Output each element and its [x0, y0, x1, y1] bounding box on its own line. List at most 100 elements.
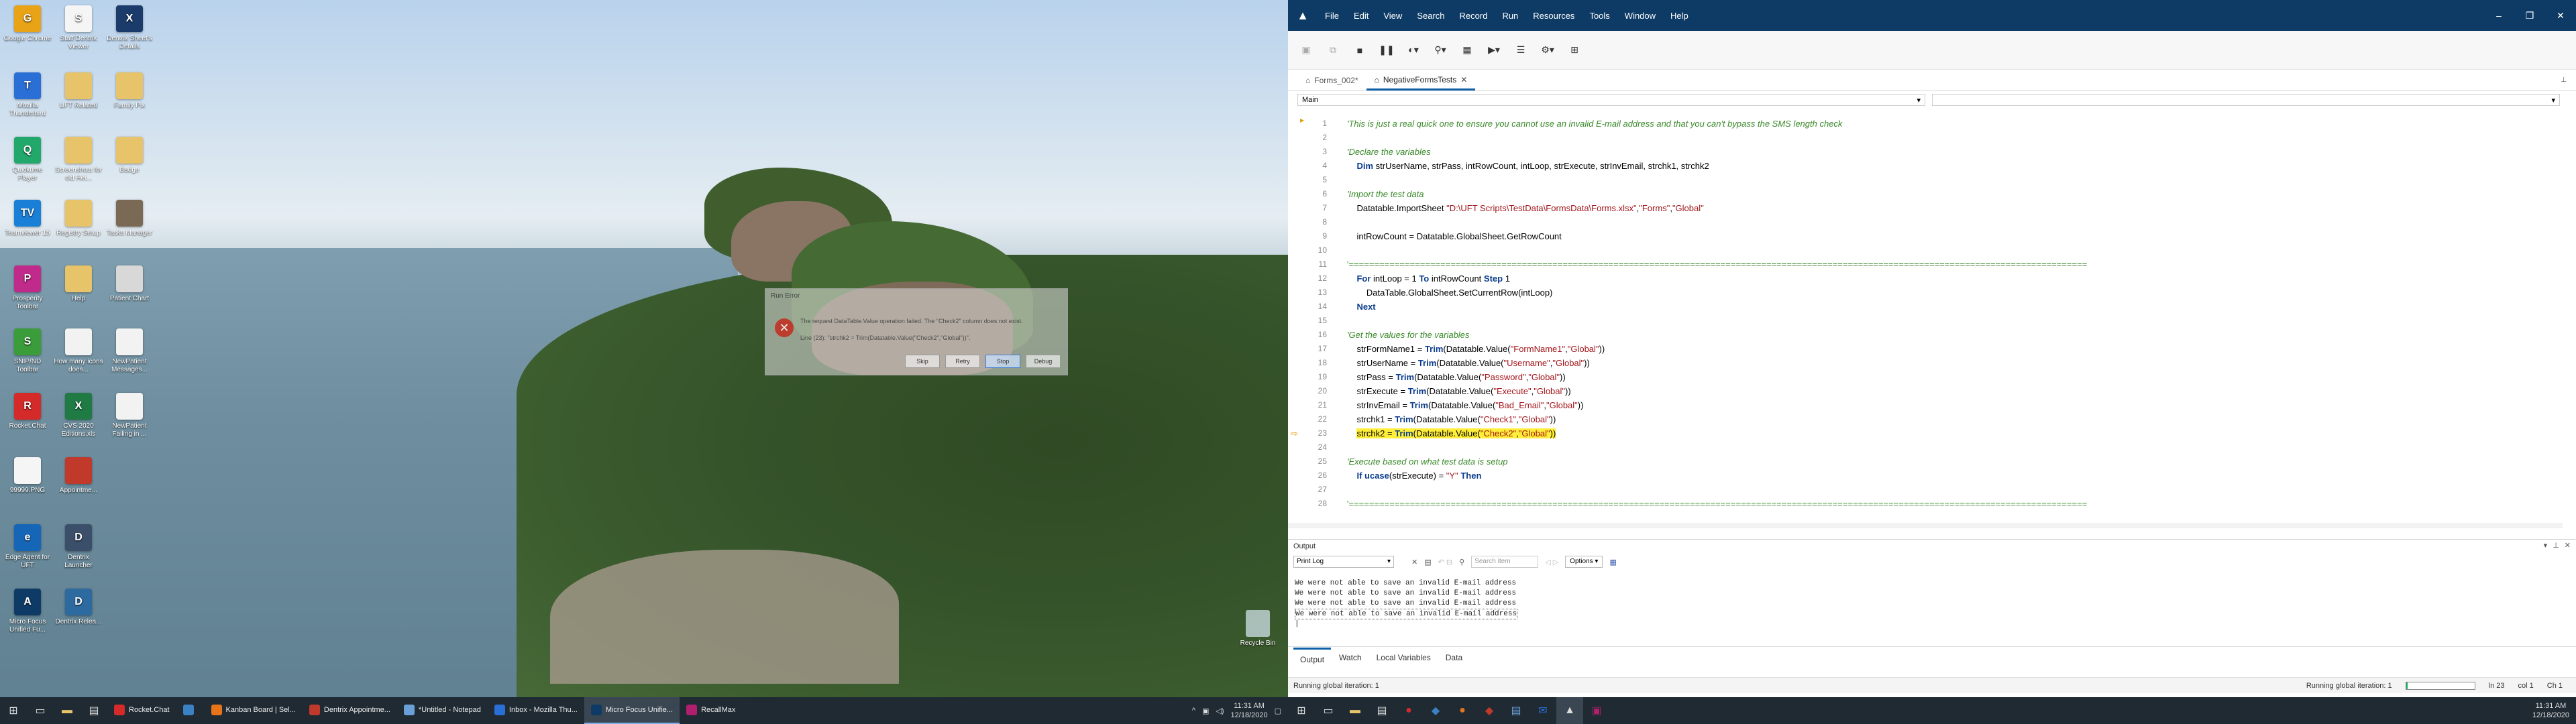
undo-icon[interactable]: ↶ ⊟	[1438, 558, 1453, 566]
code-line[interactable]: 21 strInvEmail = Trim(Datatable.Value("B…	[1288, 398, 2563, 412]
code-line[interactable]: 15	[1288, 314, 2563, 328]
run-icon[interactable]: ▶▾	[1487, 43, 1501, 58]
desktop-icon[interactable]: Screenshots for old Hei...	[54, 134, 103, 194]
store-icon[interactable]: ▤	[80, 697, 107, 724]
search-input[interactable]: Search item	[1471, 556, 1539, 568]
menu-item[interactable]: Help	[1663, 11, 1696, 21]
explorer-icon[interactable]: ▬	[54, 697, 80, 724]
function-dropdown[interactable]: ▾	[1932, 94, 2560, 106]
desktop-icon[interactable]: NewPatient Failing in ...	[105, 390, 154, 450]
code-line[interactable]: 28 '=====================================…	[1288, 497, 2563, 511]
code-line[interactable]: 10	[1288, 243, 2563, 257]
save-icon[interactable]: ▣	[1299, 43, 1313, 58]
menu-item[interactable]: Run	[1495, 11, 1525, 21]
code-line[interactable]: 13 DataTable.GlobalSheet.SetCurrentRow(i…	[1288, 286, 2563, 300]
desktop-icon[interactable]: NewPatient Messages...	[105, 326, 154, 386]
start-button[interactable]: ⊞	[0, 697, 27, 724]
code-line[interactable]: 8	[1288, 215, 2563, 229]
desktop-icon[interactable]: Family Pix	[105, 70, 154, 130]
pane-pin-icon[interactable]: ⊥	[2553, 541, 2559, 550]
code-line[interactable]: 14 Next	[1288, 300, 2563, 314]
desktop-icon[interactable]: T Mozilla Thunderbird	[3, 70, 52, 130]
desktop-icon[interactable]: S SNIP/ND Toolbar	[3, 326, 52, 386]
desktop-icon[interactable]: R Rocket.Chat	[3, 390, 52, 450]
bottom-tab[interactable]: Output	[1293, 647, 1332, 668]
prev-icon[interactable]: ◁ ▷	[1545, 558, 1558, 566]
skip-button[interactable]: Skip	[905, 355, 940, 368]
thunderbird-icon[interactable]: ✉	[1529, 697, 1556, 724]
code-line[interactable]: 6 'Import the test data	[1288, 187, 2563, 201]
clear-icon[interactable]: ✕	[1411, 558, 1417, 566]
menu-item[interactable]: Record	[1452, 11, 1495, 21]
desktop-icon[interactable]: TV Teamviewer 15	[3, 197, 52, 257]
taskbar-app[interactable]	[176, 697, 205, 724]
dentrix-icon[interactable]: ◆	[1476, 697, 1503, 724]
code-line[interactable]: 26 If ucase(strExecute) = "Y" Then	[1288, 469, 2563, 483]
network-icon[interactable]: ▣	[1202, 707, 1209, 715]
desktop-icon[interactable]: D Dentrix Relea...	[54, 586, 103, 646]
desktop-icon[interactable]: Tasks Manager	[105, 197, 154, 257]
volume-icon[interactable]: ◁)	[1216, 707, 1224, 715]
code-line[interactable]: 1 'This is just a real quick one to ensur…	[1288, 117, 2563, 131]
clock[interactable]: 11:31 AM 12/18/2020	[2532, 701, 2569, 720]
desktop-icon[interactable]: How many icons does...	[54, 326, 103, 386]
desktop-icon[interactable]: Badge	[105, 134, 154, 194]
desktop-icon[interactable]: Help	[54, 263, 103, 323]
desktop-icon[interactable]: X Dentrix Sheet's Details	[105, 3, 154, 63]
desktop-icon[interactable]: D Dentrix Launcher	[54, 522, 103, 582]
menu-item[interactable]: Search	[1409, 11, 1452, 21]
taskbar-app[interactable]: RecallMax	[680, 697, 742, 724]
code-line[interactable]: 27	[1288, 483, 2563, 497]
menu-item[interactable]: Edit	[1346, 11, 1376, 21]
start-button[interactable]: ⊞	[1288, 697, 1315, 724]
task-view-icon[interactable]: ▭	[27, 697, 54, 724]
stop-button[interactable]: Stop	[985, 355, 1020, 368]
run-error-dialog[interactable]: Run Error ✕ The request DataTable.Value …	[765, 288, 1068, 375]
retry-button[interactable]: Retry	[945, 355, 980, 368]
code-line[interactable]: 19 strPass = Trim(Datatable.Value("Passw…	[1288, 370, 2563, 384]
firefox-icon[interactable]: ●	[1449, 697, 1476, 724]
log-type-select[interactable]: Print Log ▾	[1293, 556, 1394, 568]
menu-item[interactable]: Window	[1617, 11, 1663, 21]
menu-item[interactable]: File	[1318, 11, 1346, 21]
calendar-icon[interactable]: ▦	[1460, 43, 1474, 58]
task-view-icon[interactable]: ▭	[1315, 697, 1342, 724]
stop-icon[interactable]: ■	[1352, 43, 1367, 58]
code-editor[interactable]: ▸ 1 'This is just a real quick one to ensu…	[1288, 111, 2576, 522]
recallmax-icon[interactable]: ▣	[1583, 697, 1610, 724]
pane-menu-icon[interactable]: ▾	[2544, 541, 2548, 550]
desktop-icon[interactable]: Patient Chart	[105, 263, 154, 323]
taskbar-app[interactable]: Dentrix Appointme...	[303, 697, 397, 724]
code-line[interactable]: 20 strExecute = Trim(Datatable.Value("Ex…	[1288, 384, 2563, 398]
notifications-icon[interactable]: ▢	[1275, 707, 1281, 715]
desktop-icon[interactable]: 99999.PNG	[3, 455, 52, 515]
code-line[interactable]: 25 'Execute based on what test data is se…	[1288, 455, 2563, 469]
close-icon[interactable]: ✕	[2545, 10, 2576, 21]
pause-icon[interactable]: ❚❚	[1379, 43, 1394, 58]
record-options-icon[interactable]: ◐▾	[1406, 43, 1421, 58]
layout-icon[interactable]: ⊞	[1567, 43, 1582, 58]
code-line[interactable]: 2	[1288, 131, 2563, 145]
desktop-icon[interactable]: A Micro Focus Unified Fu...	[3, 586, 52, 646]
debug-button[interactable]: Debug	[1026, 355, 1061, 368]
desktop-icon[interactable]: X CVS 2020 Editions.xls	[54, 390, 103, 450]
tab-close-icon[interactable]: ✕	[1460, 75, 1467, 84]
recycle-bin[interactable]: Recycle Bin	[1233, 610, 1283, 647]
desktop-icon[interactable]: P Prosperity Toolbar	[3, 263, 52, 323]
code-line[interactable]: 23 strchk2 = Trim(Datatable.Value("Check…	[1288, 426, 2563, 440]
taskbar-app[interactable]: Kanban Board | Sel...	[205, 697, 303, 724]
code-line[interactable]: 11 '=====================================…	[1288, 257, 2563, 272]
output-log[interactable]: We were not able to save an invalid E-ma…	[1295, 579, 1518, 629]
taskbar-app[interactable]: Inbox - Mozilla Thu...	[488, 697, 584, 724]
menu-item[interactable]: Resources	[1525, 11, 1582, 21]
desktop-icon[interactable]: e Edge Agent for UFT	[3, 522, 52, 582]
object-spy-icon[interactable]: ⚲▾	[1433, 43, 1448, 58]
restore-icon[interactable]: ❐	[2514, 10, 2545, 21]
code-line[interactable]: 4 Dim strUserName, strPass, intRowCount,…	[1288, 159, 2563, 173]
code-line[interactable]: 24	[1288, 440, 2563, 455]
code-line[interactable]: 22 strchk1 = Trim(Datatable.Value("Check…	[1288, 412, 2563, 426]
notepad-icon[interactable]: ▤	[1503, 697, 1529, 724]
desktop-icon[interactable]: S Staff Dentrix Viewer	[54, 3, 103, 63]
list-icon[interactable]: ☰	[1513, 43, 1528, 58]
taskbar-app[interactable]: Rocket.Chat	[107, 697, 176, 724]
